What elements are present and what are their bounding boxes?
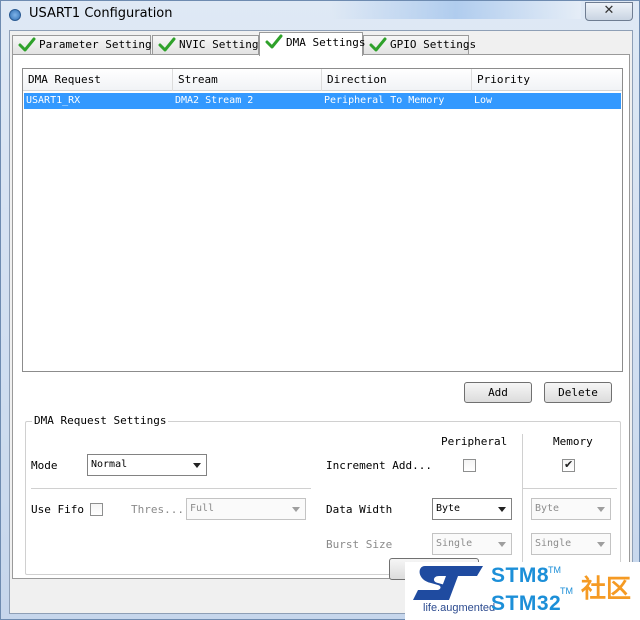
increment-peripheral-checkbox[interactable] (463, 459, 476, 472)
burst-size-label: Burst Size (326, 538, 393, 551)
tab-label: GPIO Settings (390, 38, 477, 51)
dialog-client-area: Parameter Settings NVIC Settings DMA Set… (9, 30, 633, 614)
table-row[interactable]: USART1_RX DMA2 Stream 2 Peripheral To Me… (24, 93, 621, 109)
dialog-window: USART1 Configuration ✕ Parameter Setting… (0, 0, 640, 620)
chevron-down-icon (597, 507, 605, 512)
cell-priority: Low (474, 95, 493, 106)
mode-value: Normal (91, 459, 128, 470)
watermark-stm32: STM32 (491, 592, 562, 615)
data-width-memory-value: Byte (535, 503, 560, 514)
chevron-down-icon (597, 542, 605, 547)
memory-column-label: Memory (553, 435, 593, 448)
increment-memory-checkbox[interactable] (562, 458, 575, 472)
cell-stream: DMA2 Stream 2 (175, 95, 254, 106)
separator-right (523, 488, 617, 489)
peripheral-column-label: Peripheral (441, 435, 508, 448)
tab-bar: Parameter Settings NVIC Settings DMA Set… (10, 31, 632, 56)
table-header: DMA Request Stream Direction Priority (23, 69, 622, 91)
dma-request-settings-group: DMA Request Settings Peripheral Memory M… (25, 414, 621, 575)
dma-settings-panel: DMA Request Stream Direction Priority US… (12, 54, 630, 579)
chevron-down-icon (498, 542, 506, 547)
watermark-tm-mark: TM (548, 565, 561, 575)
mode-select[interactable]: Normal (87, 454, 207, 476)
check-icon (369, 37, 387, 52)
mode-label: Mode (31, 459, 58, 472)
watermark-tagline: life.augmented (423, 602, 496, 614)
tab-dma-settings[interactable]: DMA Settings (259, 32, 366, 56)
column-divider (522, 434, 523, 572)
tab-parameter-settings[interactable]: Parameter Settings (12, 35, 158, 55)
column-header-priority[interactable]: Priority (472, 69, 622, 91)
threshold-select[interactable]: Full (186, 498, 306, 520)
data-width-label: Data Width (326, 503, 393, 516)
burst-size-peripheral-value: Single (436, 538, 473, 549)
group-title: DMA Request Settings (32, 414, 169, 427)
dma-request-table[interactable]: DMA Request Stream Direction Priority US… (22, 68, 623, 372)
close-icon: ✕ (603, 3, 615, 18)
burst-size-memory-value: Single (535, 538, 572, 549)
check-icon (265, 34, 283, 49)
check-icon (158, 37, 176, 52)
title-bar-decoration (331, 1, 581, 19)
close-button[interactable]: ✕ (585, 2, 633, 21)
title-bar[interactable]: USART1 Configuration ✕ (1, 1, 639, 29)
watermark-tm-mark-2: TM (560, 586, 573, 596)
delete-button[interactable]: Delete (544, 382, 612, 403)
column-header-dma-request[interactable]: DMA Request (23, 69, 173, 91)
tab-label: DMA Settings (286, 36, 366, 49)
burst-size-memory-select[interactable]: Single (531, 533, 611, 555)
use-fifo-checkbox[interactable] (90, 503, 103, 516)
check-icon (18, 37, 36, 52)
tab-nvic-settings[interactable]: NVIC Settings (152, 35, 265, 55)
cell-dma-request: USART1_RX (26, 95, 81, 106)
column-header-direction[interactable]: Direction (322, 69, 472, 91)
column-header-stream[interactable]: Stream (173, 69, 322, 91)
cell-direction: Peripheral To Memory (324, 95, 445, 106)
threshold-value: Full (190, 503, 215, 514)
tab-label: NVIC Settings (179, 38, 266, 51)
increment-address-label: Increment Add... (326, 459, 432, 472)
chevron-down-icon (292, 507, 300, 512)
watermark-community-text: 社区 (581, 574, 632, 603)
watermark-stm8: STM8 (491, 564, 550, 587)
threshold-label: Thres... (131, 503, 184, 516)
chevron-down-icon (193, 463, 201, 468)
chevron-down-icon (498, 507, 506, 512)
add-button[interactable]: Add (464, 382, 532, 403)
tab-label: Parameter Settings (39, 38, 159, 51)
data-width-peripheral-value: Byte (436, 503, 461, 514)
use-fifo-label: Use Fifo (31, 503, 84, 516)
window-title: USART1 Configuration (29, 6, 173, 21)
tab-gpio-settings[interactable]: GPIO Settings (363, 35, 476, 55)
st-logo-icon (413, 566, 483, 600)
st-community-watermark: life.augmented STM8 TM STM32 TM 社区 (405, 562, 640, 620)
separator-left (31, 488, 311, 489)
data-width-memory-select[interactable]: Byte (531, 498, 611, 520)
data-width-peripheral-select[interactable]: Byte (432, 498, 512, 520)
app-icon (9, 9, 21, 21)
burst-size-peripheral-select[interactable]: Single (432, 533, 512, 555)
